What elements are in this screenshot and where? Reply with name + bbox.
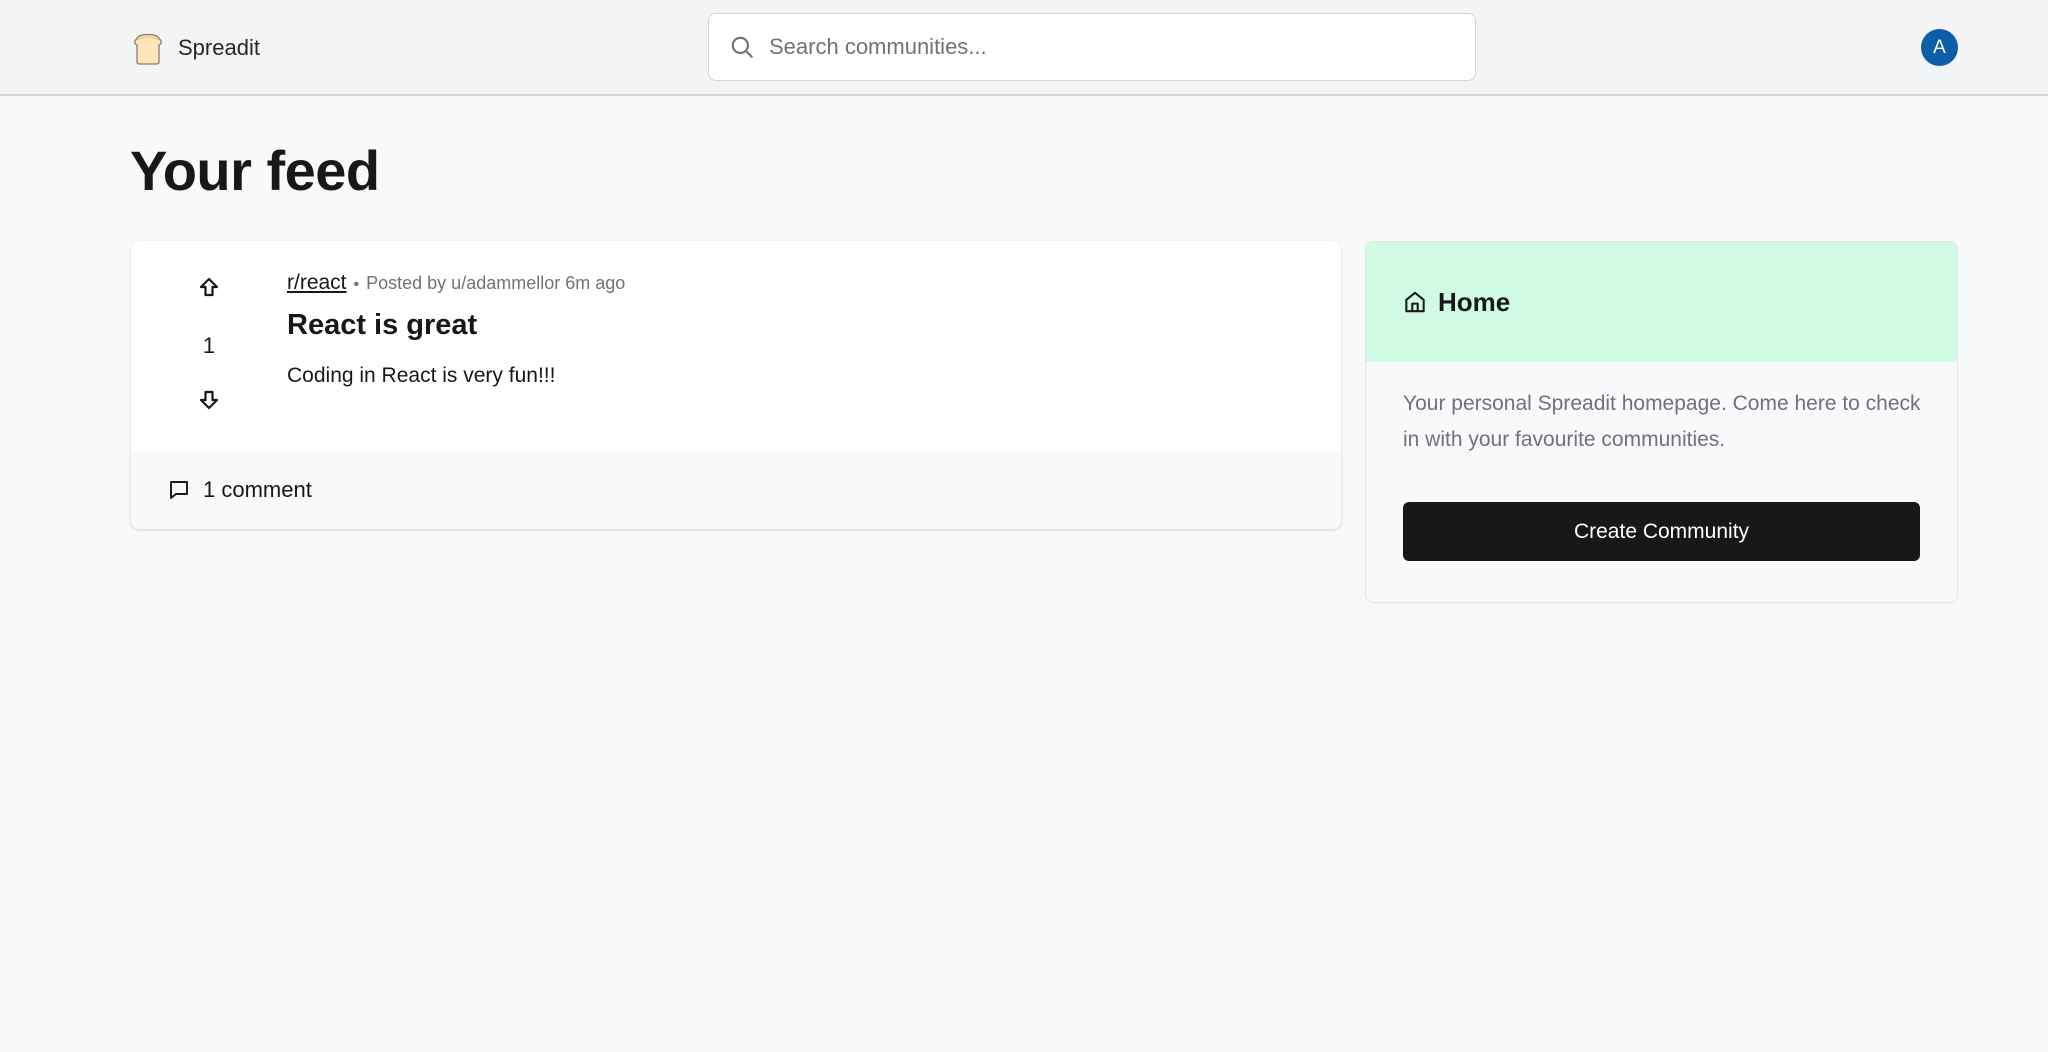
brand-name: Spreadit	[178, 35, 260, 60]
message-square-icon	[170, 481, 188, 499]
home-icon	[1405, 291, 1425, 313]
comments-link[interactable]: 1 comment	[167, 477, 312, 503]
post-meta: r/react • Posted by u/adammellor 6m ago	[287, 271, 1287, 295]
top-navbar: Spreadit A	[0, 0, 2048, 96]
post-text: Coding in React is very fun!!!	[287, 364, 556, 387]
search-input[interactable]	[769, 34, 1449, 60]
create-community-button[interactable]: Create Community	[1403, 502, 1920, 561]
sidebar-title: Home	[1438, 286, 1511, 317]
post-title[interactable]: React is great	[287, 309, 1287, 342]
vote-column: 1	[131, 241, 287, 451]
search-bar[interactable]	[708, 13, 1476, 81]
sidebar-description: Your personal Spreadit homepage. Come he…	[1403, 392, 1921, 451]
meta-separator: •	[353, 276, 360, 293]
page-title: Your feed	[130, 139, 380, 202]
subreddit-link[interactable]: r/react	[287, 271, 347, 295]
bread-slice-icon	[134, 33, 162, 65]
brand-home-link[interactable]: Spreadit	[130, 28, 260, 68]
user-avatar[interactable]: A	[1921, 29, 1958, 66]
home-sidebar-card: Home Your personal Spreadit homepage. Co…	[1365, 241, 1958, 603]
search-icon	[731, 36, 753, 58]
arrow-up-icon	[199, 277, 219, 297]
post-content: r/react • Posted by u/adammellor 6m ago …	[287, 271, 1287, 388]
arrow-down-icon	[199, 390, 219, 410]
avatar-initial: A	[1933, 36, 1946, 58]
post-footer: 1 comment	[131, 451, 1341, 529]
downvote-button[interactable]	[193, 384, 225, 416]
post-byline: Posted by u/adammellor 6m ago	[366, 273, 626, 293]
upvote-button[interactable]	[193, 271, 225, 303]
comments-count: 1 comment	[203, 477, 312, 502]
post-card[interactable]: 1 r/react • Posted by u/adammellor 6m ag…	[131, 241, 1341, 529]
vote-count: 1	[202, 333, 216, 358]
sidebar-header: Home	[1366, 242, 1957, 362]
